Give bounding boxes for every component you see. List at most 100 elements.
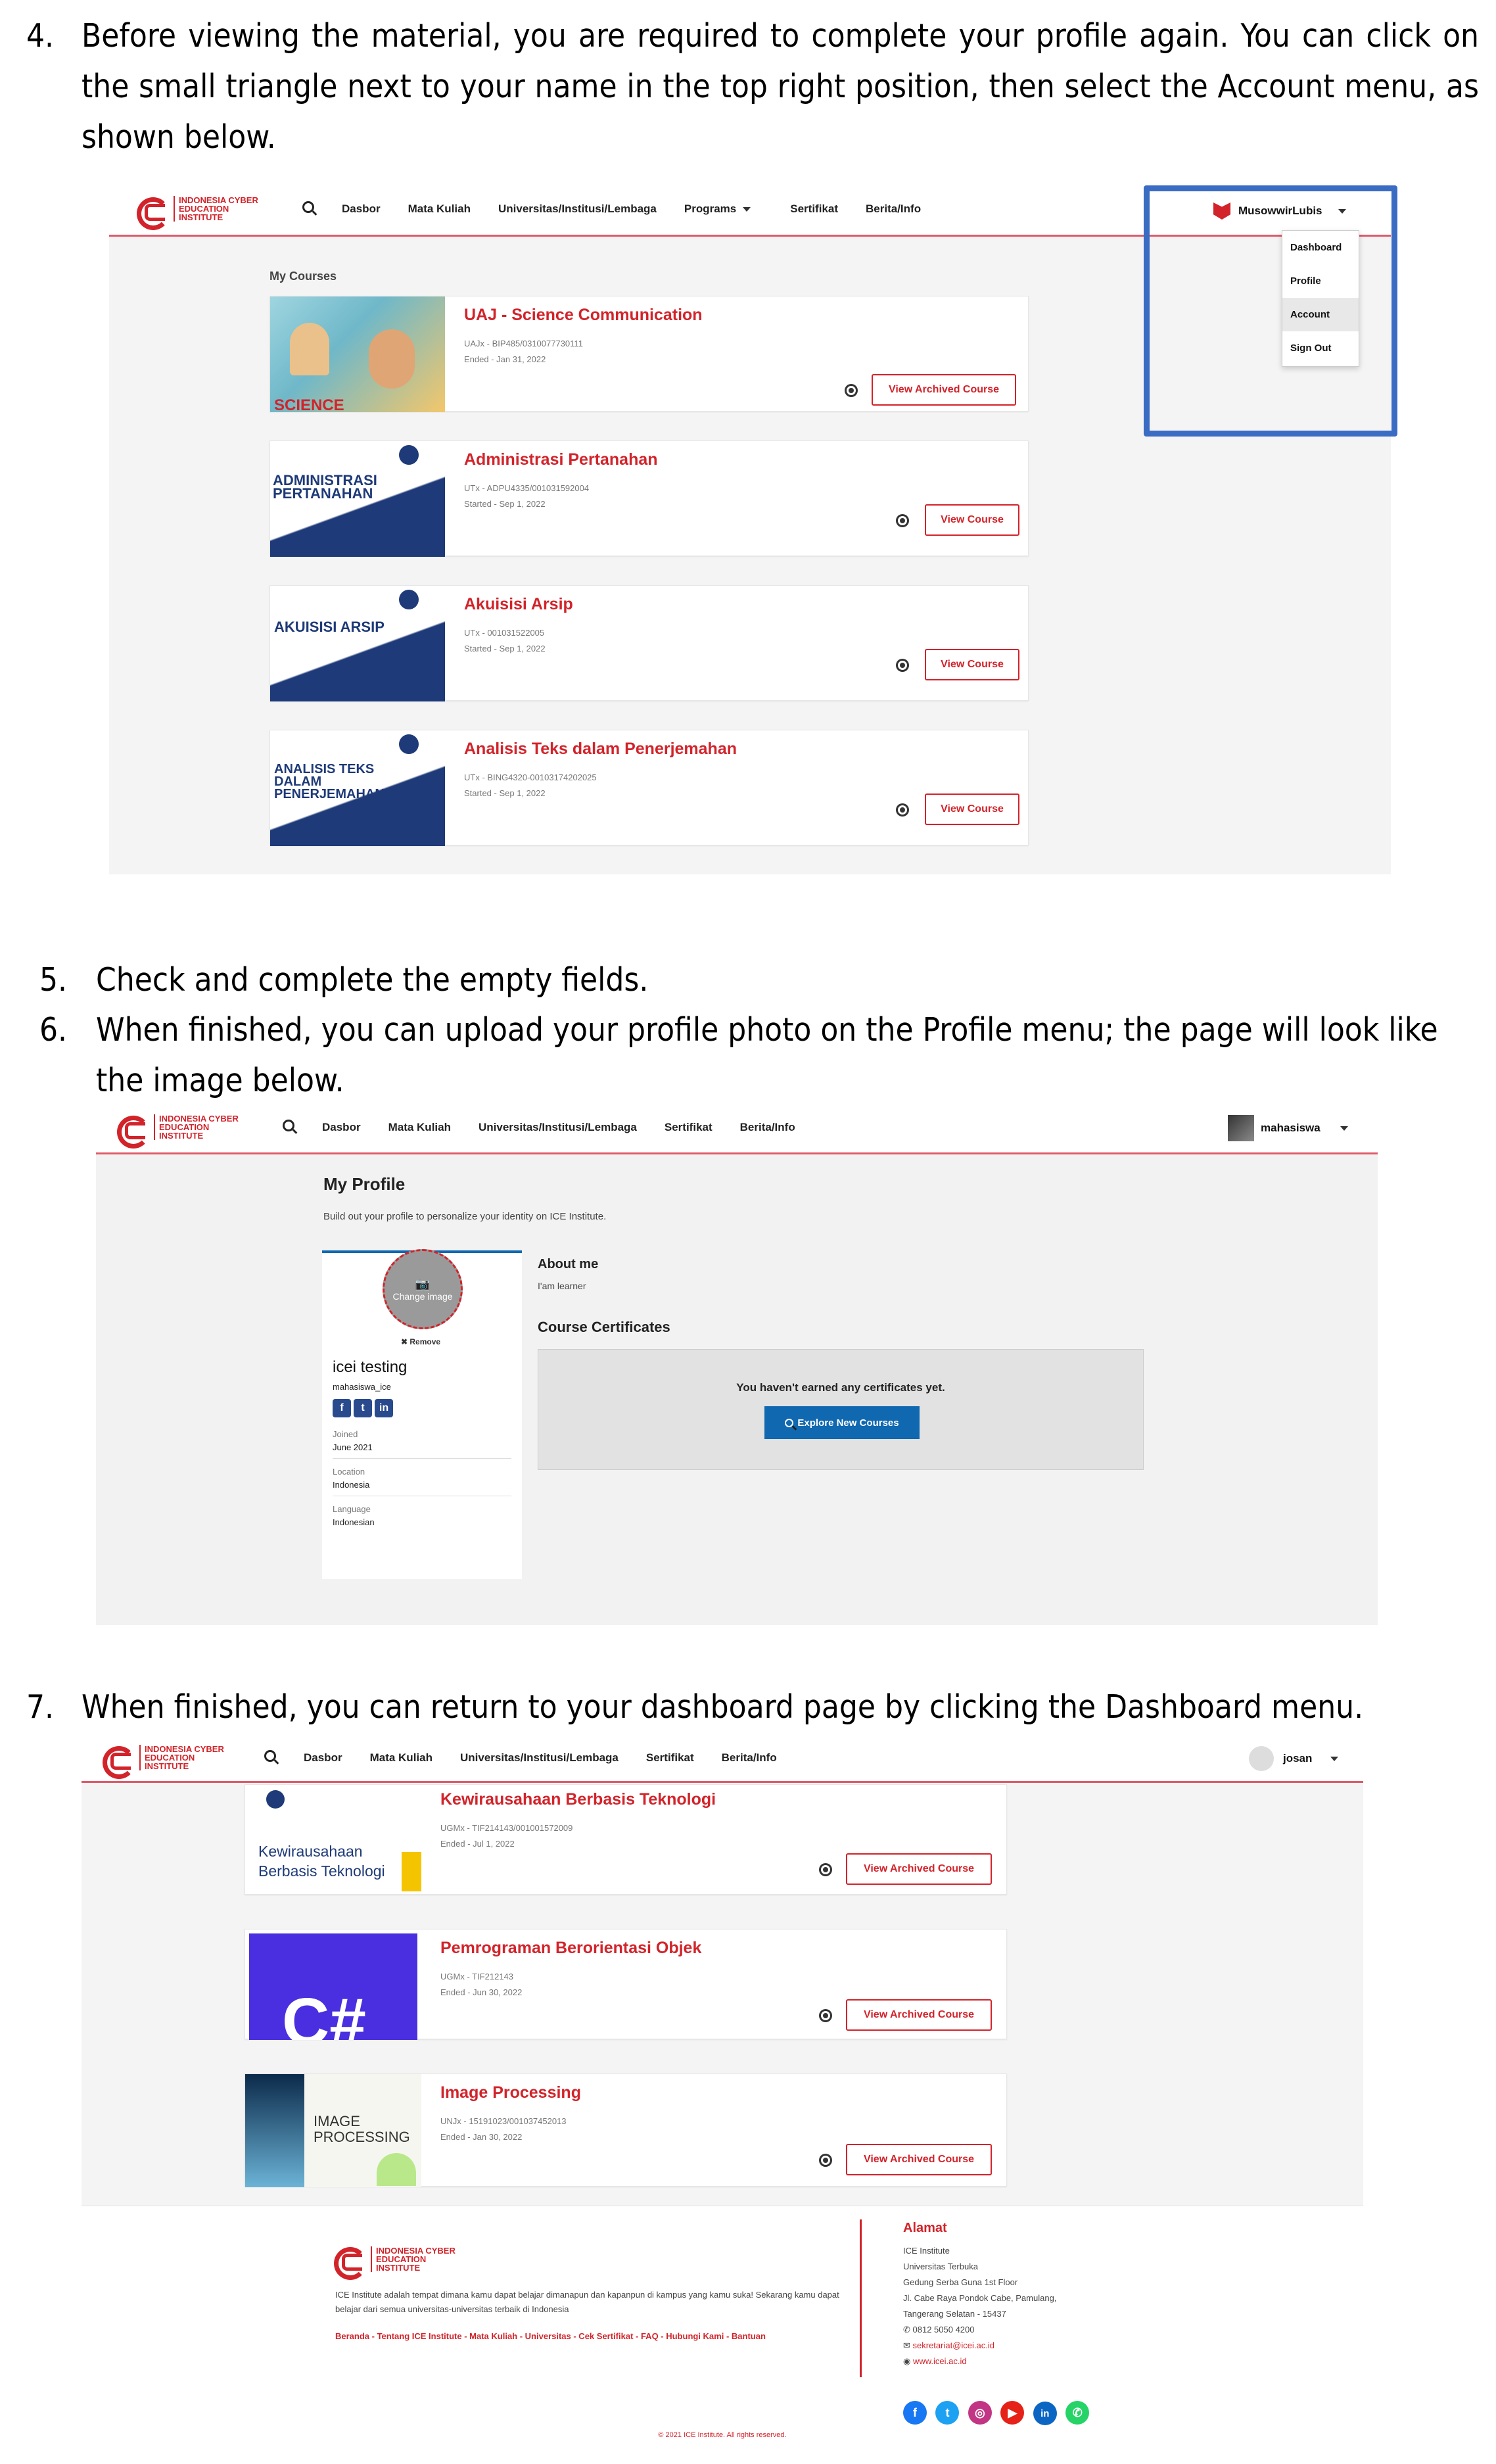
course-date: Started - Sep 1, 2022 (464, 788, 546, 798)
nav-sertifikat[interactable]: Sertifikat (790, 202, 838, 216)
whatsapp-icon[interactable]: ✆ (1065, 2401, 1090, 2425)
chevron-down-icon (743, 206, 751, 212)
view-archived-course-button[interactable]: View Archived Course (846, 1853, 992, 1885)
email[interactable]: ✉ sekretariat@icei.ac.id (903, 2338, 1056, 2354)
nav-dasbor[interactable]: Dasbor (322, 1121, 361, 1134)
twitter-icon[interactable]: t (935, 2401, 960, 2425)
course-title[interactable]: Administrasi Pertanahan (464, 450, 658, 469)
gear-icon[interactable] (821, 1865, 830, 1874)
gear-icon[interactable] (821, 2156, 830, 2165)
nav-berita[interactable]: Berita/Info (740, 1121, 795, 1134)
linkedin-icon[interactable]: in (1033, 2402, 1057, 2425)
course-thumbnail: AKUISISI ARSIP (270, 586, 445, 701)
certificates-panel: You haven't earned any certificates yet.… (538, 1349, 1144, 1470)
view-archived-course-button[interactable]: View Archived Course (872, 374, 1016, 406)
logo-text: INDONESIA CYBER EDUCATION INSTITUTE (154, 1114, 252, 1140)
nav-programs[interactable]: Programs (684, 202, 751, 216)
avatar (1249, 1746, 1274, 1771)
institution-logo-icon (399, 734, 419, 754)
course-title[interactable]: Kewirausahaan Berbasis Teknologi (440, 1790, 716, 1809)
course-card: AKUISISI ARSIP Akuisisi Arsip UTx - 0010… (269, 585, 1029, 701)
facebook-icon[interactable]: f (333, 1399, 351, 1417)
step-text: When finished, you can return to your da… (82, 1688, 1364, 1726)
course-code: UAJx - BIP485/0310077730111 (464, 339, 583, 348)
gear-icon[interactable] (898, 805, 907, 815)
gear-icon[interactable] (898, 661, 907, 670)
nav-sertifikat[interactable]: Sertifikat (646, 1751, 694, 1765)
youtube-icon[interactable]: ▶ (1000, 2401, 1025, 2425)
view-course-button[interactable]: View Course (925, 649, 1019, 680)
user-menu-toggle[interactable]: mahasiswa (1228, 1115, 1348, 1141)
course-title[interactable]: UAJ - Science Communication (464, 306, 703, 325)
copyright: © 2021 ICE Institute. All rights reserve… (658, 2431, 787, 2439)
logo[interactable]: INDONESIA CYBER EDUCATION INSTITUTE (116, 1114, 252, 1149)
logo-mark (333, 2246, 367, 2280)
nav-berita[interactable]: Berita/Info (866, 202, 921, 216)
footer-logo: INDONESIA CYBER EDUCATION INSTITUTE (333, 2246, 469, 2280)
view-archived-course-button[interactable]: View Archived Course (846, 1999, 992, 2031)
course-code: UTx - ADPU4335/001031592004 (464, 483, 590, 493)
course-code: UNJx - 15191023/001037452013 (440, 2116, 567, 2126)
course-code: UGMx - TIF214143/001001572009 (440, 1823, 573, 1833)
highlight-box (1144, 185, 1397, 437)
certificates-heading: Course Certificates (538, 1319, 670, 1335)
institution-logo-icon (266, 1790, 285, 1809)
search-icon[interactable] (283, 1120, 294, 1135)
twitter-icon[interactable]: t (354, 1399, 372, 1417)
location-value: Indonesia (333, 1479, 511, 1496)
logo[interactable]: INDONESIA CYBER EDUCATION INSTITUTE (135, 196, 272, 230)
nav-universitas[interactable]: Universitas/Institusi/Lembaga (479, 1121, 637, 1134)
course-title[interactable]: Image Processing (440, 2083, 581, 2102)
nav-dasbor[interactable]: Dasbor (304, 1751, 342, 1765)
course-card: C# Pemrograman Berorientasi Objek UGMx -… (245, 1929, 1007, 2040)
nav-universitas[interactable]: Universitas/Institusi/Lembaga (498, 202, 657, 216)
language-label: Language (333, 1504, 371, 1514)
nav-berita[interactable]: Berita/Info (722, 1751, 777, 1765)
gear-icon[interactable] (821, 2011, 830, 2020)
course-thumbnail: C# (249, 1933, 417, 2040)
joined-label: Joined (333, 1429, 358, 1439)
nav-mata-kuliah[interactable]: Mata Kuliah (388, 1121, 451, 1134)
search-icon[interactable] (302, 201, 314, 216)
website[interactable]: ◉ www.icei.ac.id (903, 2354, 1056, 2369)
nav-mata-kuliah[interactable]: Mata Kuliah (408, 202, 471, 216)
username: josan (1283, 1752, 1313, 1765)
instagram-icon[interactable]: ◎ (968, 2401, 992, 2425)
logo-mark (101, 1745, 135, 1779)
course-card: SCIENCE UAJ - Science Communication UAJx… (269, 296, 1029, 412)
logo[interactable]: INDONESIA CYBER EDUCATION INSTITUTE (101, 1745, 238, 1779)
gear-icon[interactable] (847, 386, 856, 395)
explore-new-courses-button[interactable]: Explore New Courses (764, 1406, 920, 1439)
globe-icon: ◉ (903, 2356, 913, 2366)
nav-dasbor[interactable]: Dasbor (342, 202, 381, 216)
course-title[interactable]: Akuisisi Arsip (464, 595, 573, 614)
avatar (1228, 1115, 1254, 1141)
linkedin-icon[interactable]: in (375, 1399, 393, 1417)
mail-icon: ✉ (903, 2340, 913, 2350)
course-date: Ended - Jul 1, 2022 (440, 1839, 515, 1849)
course-date: Ended - Jan 30, 2022 (440, 2132, 523, 2142)
nav-universitas[interactable]: Universitas/Institusi/Lembaga (460, 1751, 619, 1765)
view-archived-course-button[interactable]: View Archived Course (846, 2144, 992, 2175)
gear-icon[interactable] (898, 516, 907, 525)
nav-links: Dasbor Mata Kuliah Universitas/Institusi… (283, 1120, 823, 1135)
nav-mata-kuliah[interactable]: Mata Kuliah (370, 1751, 432, 1765)
profile-photo-upload[interactable]: 📷 Change image (383, 1249, 463, 1329)
user-menu-toggle[interactable]: josan (1249, 1746, 1339, 1771)
search-icon[interactable] (264, 1750, 276, 1765)
about-text: I'am learner (538, 1281, 586, 1291)
profile-full-name: icei testing (333, 1358, 408, 1376)
footer-links[interactable]: Beranda - Tentang ICE Institute - Mata K… (335, 2327, 795, 2346)
course-title[interactable]: Analisis Teks dalam Penerjemahan (464, 740, 737, 759)
course-title[interactable]: Pemrograman Berorientasi Objek (440, 1939, 701, 1958)
top-navbar: INDONESIA CYBER EDUCATION INSTITUTE Dasb… (96, 1102, 1378, 1154)
facebook-icon[interactable]: f (903, 2401, 927, 2425)
nav-sertifikat[interactable]: Sertifikat (665, 1121, 713, 1134)
course-date: Started - Sep 1, 2022 (464, 499, 546, 509)
view-course-button[interactable]: View Course (925, 794, 1019, 825)
view-course-button[interactable]: View Course (925, 504, 1019, 536)
remove-photo-button[interactable]: ✖ Remove (401, 1337, 440, 1346)
course-card: ANALISIS TEKS DALAM PENERJEMAHAN Analisi… (269, 730, 1029, 846)
top-navbar: INDONESIA CYBER EDUCATION INSTITUTE Dasb… (82, 1734, 1363, 1783)
course-thumbnail: IMAGE PROCESSING (245, 2074, 421, 2187)
